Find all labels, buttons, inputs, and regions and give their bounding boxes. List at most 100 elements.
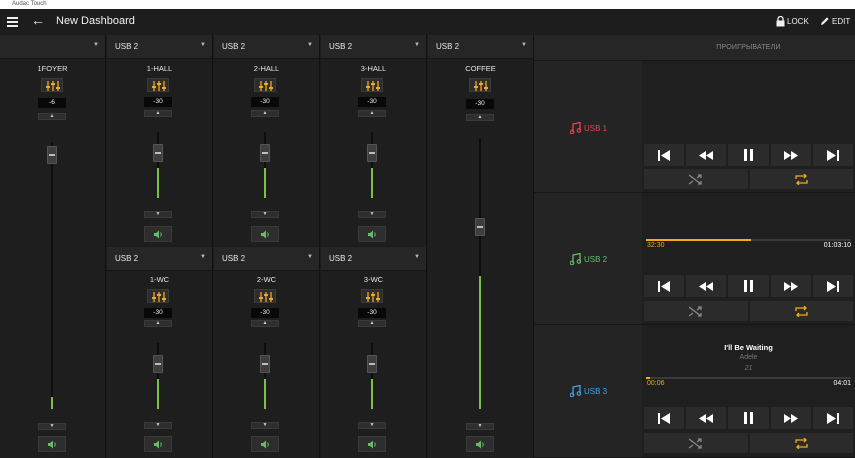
fader-track[interactable]	[157, 343, 159, 409]
fast-forward-button[interactable]	[770, 144, 811, 166]
equalizer-button[interactable]	[147, 289, 169, 303]
source-select[interactable]: USB 2 ▼	[214, 247, 319, 271]
back-arrow-icon[interactable]: ←	[31, 12, 45, 28]
skip-previous-button[interactable]	[644, 144, 685, 166]
source-select[interactable]: ▼	[0, 35, 105, 59]
fader-knob[interactable]	[475, 218, 485, 236]
repeat-button[interactable]	[749, 433, 853, 453]
shuffle-button[interactable]	[644, 301, 748, 321]
fast-forward-button[interactable]	[770, 407, 811, 429]
skip-next-button[interactable]	[812, 275, 854, 297]
fast-forward-button[interactable]	[770, 275, 811, 297]
progress-bar[interactable]	[646, 377, 851, 379]
equalizer-button[interactable]	[469, 78, 491, 92]
shuffle-button[interactable]	[644, 169, 748, 189]
fader-track[interactable]	[371, 343, 373, 409]
repeat-button[interactable]	[749, 301, 853, 321]
source-label: USB 2	[436, 42, 460, 51]
repeat-icon	[795, 305, 808, 317]
equalizer-button[interactable]	[361, 289, 383, 303]
skip-previous-button[interactable]	[644, 407, 685, 429]
fader-track[interactable]	[371, 132, 373, 198]
mute-button[interactable]	[144, 226, 172, 242]
pause-button[interactable]	[728, 275, 769, 297]
volume-up-button[interactable]: ▲	[466, 114, 494, 121]
pause-button[interactable]	[728, 144, 769, 166]
mute-button[interactable]	[38, 436, 66, 452]
rewind-button[interactable]	[686, 275, 727, 297]
source-select[interactable]: USB 2 ▼	[107, 247, 212, 271]
rewind-button[interactable]	[686, 144, 727, 166]
source-select[interactable]: USB 2 ▼	[214, 35, 319, 59]
channel-name: 3-HALL	[360, 64, 387, 73]
chevron-down-icon: ▼	[414, 254, 420, 260]
repeat-button[interactable]	[749, 169, 853, 189]
elapsed-time: 32:30	[647, 242, 665, 249]
mute-button[interactable]	[358, 436, 386, 452]
equalizer-button[interactable]	[361, 78, 383, 92]
progress-bar[interactable]	[646, 239, 851, 241]
volume-down-button[interactable]: ▼	[251, 422, 279, 429]
fast-forward-icon	[783, 413, 798, 423]
mute-button[interactable]	[466, 436, 494, 452]
fader-knob[interactable]	[260, 355, 270, 373]
volume-down-button[interactable]: ▼	[38, 423, 66, 430]
mute-button[interactable]	[144, 436, 172, 452]
mute-button[interactable]	[358, 226, 386, 242]
mute-button[interactable]	[251, 436, 279, 452]
fader-knob[interactable]	[153, 144, 163, 162]
equalizer-button[interactable]	[41, 78, 63, 92]
equalizer-button[interactable]	[254, 289, 276, 303]
chevron-down-icon: ▼	[307, 42, 313, 48]
volume-up-button[interactable]: ▲	[38, 113, 66, 120]
volume-down-button[interactable]: ▼	[251, 211, 279, 218]
lock-label: LOCK	[787, 17, 809, 26]
fader-track[interactable]	[51, 142, 53, 409]
pause-button[interactable]	[728, 407, 769, 429]
source-usb-1[interactable]: USB 1	[534, 61, 642, 193]
mixer-channel-coffee: USB 2 ▼ COFFEE -30 ▲ ▼	[428, 35, 534, 458]
source-select[interactable]: USB 2 ▼	[107, 35, 212, 59]
hamburger-menu-icon[interactable]	[7, 15, 18, 28]
equalizer-button[interactable]	[254, 78, 276, 92]
volume-up-button[interactable]: ▲	[251, 320, 279, 327]
fader-track[interactable]	[264, 343, 266, 409]
lock-button[interactable]: LOCK	[776, 16, 809, 27]
fader-knob[interactable]	[153, 355, 163, 373]
source-usb-2[interactable]: USB 2	[534, 193, 642, 325]
source-label-usb-3: USB 3	[570, 385, 607, 397]
volume-up-button[interactable]: ▲	[144, 320, 172, 327]
fader-track[interactable]	[264, 132, 266, 198]
source-select[interactable]: USB 2 ▼	[321, 35, 426, 59]
volume-up-button[interactable]: ▲	[144, 110, 172, 117]
fader-knob[interactable]	[47, 146, 57, 164]
level-meter	[479, 276, 481, 409]
fader-track[interactable]	[479, 138, 481, 409]
volume-down-button[interactable]: ▼	[358, 422, 386, 429]
volume-down-button[interactable]: ▼	[144, 211, 172, 218]
skip-previous-button[interactable]	[644, 275, 685, 297]
volume-up-button[interactable]: ▲	[358, 320, 386, 327]
fader-knob[interactable]	[367, 144, 377, 162]
volume-down-button[interactable]: ▼	[144, 422, 172, 429]
fader-knob[interactable]	[260, 144, 270, 162]
volume-up-button[interactable]: ▲	[358, 110, 386, 117]
equalizer-button[interactable]	[147, 78, 169, 92]
skip-next-button[interactable]	[812, 144, 854, 166]
skip-next-button[interactable]	[812, 407, 854, 429]
volume-down-button[interactable]: ▼	[466, 423, 494, 430]
edit-button[interactable]: EDIT	[820, 16, 850, 26]
window-titlebar: Audac Touch	[0, 0, 855, 9]
total-time: 04:01	[833, 380, 851, 387]
mute-button[interactable]	[251, 226, 279, 242]
volume-up-button[interactable]: ▲	[251, 110, 279, 117]
source-label: USB 2	[115, 254, 139, 263]
source-usb-3[interactable]: USB 3	[534, 325, 642, 458]
source-select[interactable]: USB 2 ▼	[321, 247, 426, 271]
rewind-button[interactable]	[686, 407, 727, 429]
fader-knob[interactable]	[367, 355, 377, 373]
source-select[interactable]: USB 2 ▼	[428, 35, 533, 59]
fader-track[interactable]	[157, 132, 159, 198]
shuffle-button[interactable]	[644, 433, 748, 453]
volume-down-button[interactable]: ▼	[358, 211, 386, 218]
